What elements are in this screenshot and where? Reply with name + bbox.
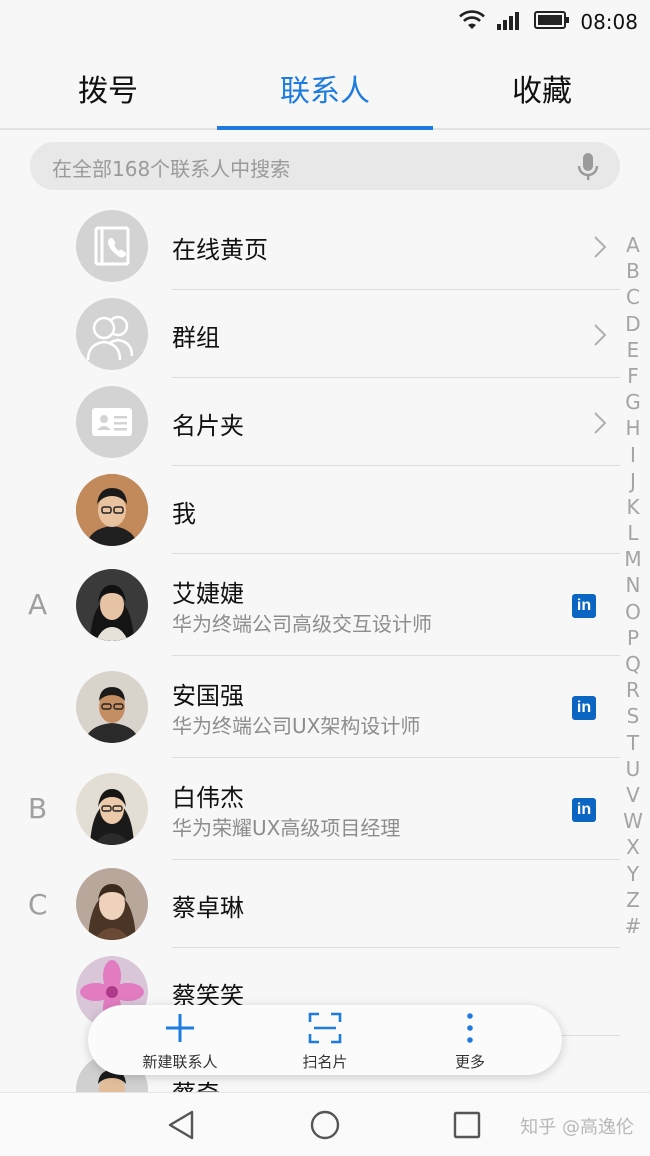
index-letter[interactable]: P	[622, 625, 644, 651]
index-letter[interactable]: R	[622, 677, 644, 703]
bottom-toolbar: 新建联系人 扫名片 更多	[88, 1005, 562, 1075]
signal-icon	[496, 9, 524, 35]
more-label: 更多	[454, 1053, 485, 1071]
more-vertical-icon	[453, 1013, 487, 1049]
index-letter[interactable]: M	[622, 546, 644, 572]
index-letter[interactable]: C	[622, 284, 644, 310]
index-letter[interactable]: W	[622, 808, 644, 834]
index-letter[interactable]: J	[622, 468, 644, 494]
contact-name: 蔡奇	[172, 1074, 220, 1092]
back-icon[interactable]	[166, 1109, 196, 1145]
index-letter[interactable]: #	[622, 913, 644, 939]
linkedin-icon: in	[572, 696, 596, 720]
battery-icon	[534, 10, 570, 34]
groups-icon	[76, 298, 148, 370]
index-letter[interactable]: T	[622, 730, 644, 756]
contact-title: 华为终端公司UX架构设计师	[172, 714, 421, 738]
new-contact-label: 新建联系人	[142, 1053, 218, 1071]
contact-row[interactable]: C 蔡卓琳	[0, 860, 620, 948]
alphabet-index[interactable]: A B C D E F G H I J K L M N O P Q R S T …	[622, 232, 644, 939]
index-letter[interactable]: G	[622, 389, 644, 415]
avatar	[76, 569, 148, 641]
microphone-icon[interactable]	[576, 152, 600, 186]
list-item-yellow-pages[interactable]: 在线黄页	[0, 202, 620, 290]
index-letter[interactable]: B	[622, 258, 644, 284]
index-letter[interactable]: D	[622, 311, 644, 337]
contact-title: 华为终端公司高级交互设计师	[172, 612, 432, 636]
tab-favorites[interactable]: 收藏	[434, 66, 650, 110]
index-letter[interactable]: Y	[622, 861, 644, 887]
contact-name: 蔡卓琳	[172, 894, 244, 922]
chevron-right-icon	[592, 410, 608, 440]
tab-dialer[interactable]: 拨号	[0, 66, 216, 110]
contact-name: 安国强	[172, 682, 244, 710]
avatar	[76, 671, 148, 743]
list-item-business-cards[interactable]: 名片夹	[0, 378, 620, 466]
index-letter[interactable]: H	[622, 415, 644, 441]
contact-name: 白伟杰	[172, 784, 244, 812]
tab-bar: 拨号 联系人 收藏	[0, 50, 650, 130]
status-bar: 08:08	[0, 0, 650, 44]
system-nav-bar: 知乎 @高逸伦	[0, 1092, 650, 1156]
plus-icon	[163, 1014, 197, 1049]
index-letter[interactable]: Z	[622, 887, 644, 913]
index-letter[interactable]: I	[622, 442, 644, 468]
scan-icon	[308, 1012, 342, 1049]
index-letter[interactable]: S	[622, 703, 644, 729]
recent-apps-icon[interactable]	[452, 1109, 482, 1145]
linkedin-icon: in	[572, 594, 596, 618]
avatar	[76, 773, 148, 845]
avatar	[76, 868, 148, 940]
search-placeholder: 在全部168个联系人中搜索	[52, 157, 291, 181]
me-label: 我	[172, 500, 196, 528]
wifi-icon	[458, 9, 486, 35]
index-letter[interactable]: E	[622, 337, 644, 363]
new-contact-button[interactable]: 新建联系人	[110, 1011, 250, 1072]
index-letter[interactable]: Q	[622, 651, 644, 677]
chevron-right-icon	[592, 234, 608, 264]
yellow-pages-icon	[76, 210, 148, 282]
list-item-groups[interactable]: 群组	[0, 290, 620, 378]
section-letter: A	[28, 588, 48, 621]
active-tab-indicator	[217, 126, 433, 130]
index-letter[interactable]: O	[622, 599, 644, 625]
contact-title: 华为荣耀UX高级项目经理	[172, 816, 401, 840]
index-letter[interactable]: X	[622, 834, 644, 860]
yellow-pages-label: 在线黄页	[172, 236, 268, 264]
index-letter[interactable]: L	[622, 520, 644, 546]
home-icon[interactable]	[309, 1109, 341, 1145]
index-letter[interactable]: V	[622, 782, 644, 808]
watermark-text: 知乎 @高逸伦	[520, 1117, 634, 1138]
status-time: 08:08	[580, 10, 638, 34]
business-cards-label: 名片夹	[172, 412, 244, 440]
business-card-icon	[76, 386, 148, 458]
chevron-right-icon	[592, 322, 608, 352]
index-letter[interactable]: U	[622, 756, 644, 782]
more-button[interactable]: 更多	[400, 1011, 540, 1072]
linkedin-icon: in	[572, 798, 596, 822]
tab-contacts[interactable]: 联系人	[217, 66, 433, 110]
scan-card-button[interactable]: 扫名片	[255, 1011, 395, 1072]
index-letter[interactable]: K	[622, 494, 644, 520]
section-letter: C	[28, 888, 48, 921]
contact-row[interactable]: B 白伟杰 华为荣耀UX高级项目经理 in	[0, 758, 620, 860]
index-letter[interactable]: N	[622, 572, 644, 598]
contact-row[interactable]: 安国强 华为终端公司UX架构设计师 in	[0, 656, 620, 758]
section-letter: B	[28, 792, 48, 825]
index-letter[interactable]: F	[622, 363, 644, 389]
list-item-me[interactable]: 我	[0, 466, 620, 554]
scan-card-label: 扫名片	[302, 1053, 348, 1071]
search-input[interactable]: 在全部168个联系人中搜索	[30, 142, 620, 190]
groups-label: 群组	[172, 324, 220, 352]
index-letter[interactable]: A	[622, 232, 644, 258]
avatar	[76, 474, 148, 546]
contact-row[interactable]: A 艾婕婕 华为终端公司高级交互设计师 in	[0, 554, 620, 656]
contact-name: 艾婕婕	[172, 580, 244, 608]
